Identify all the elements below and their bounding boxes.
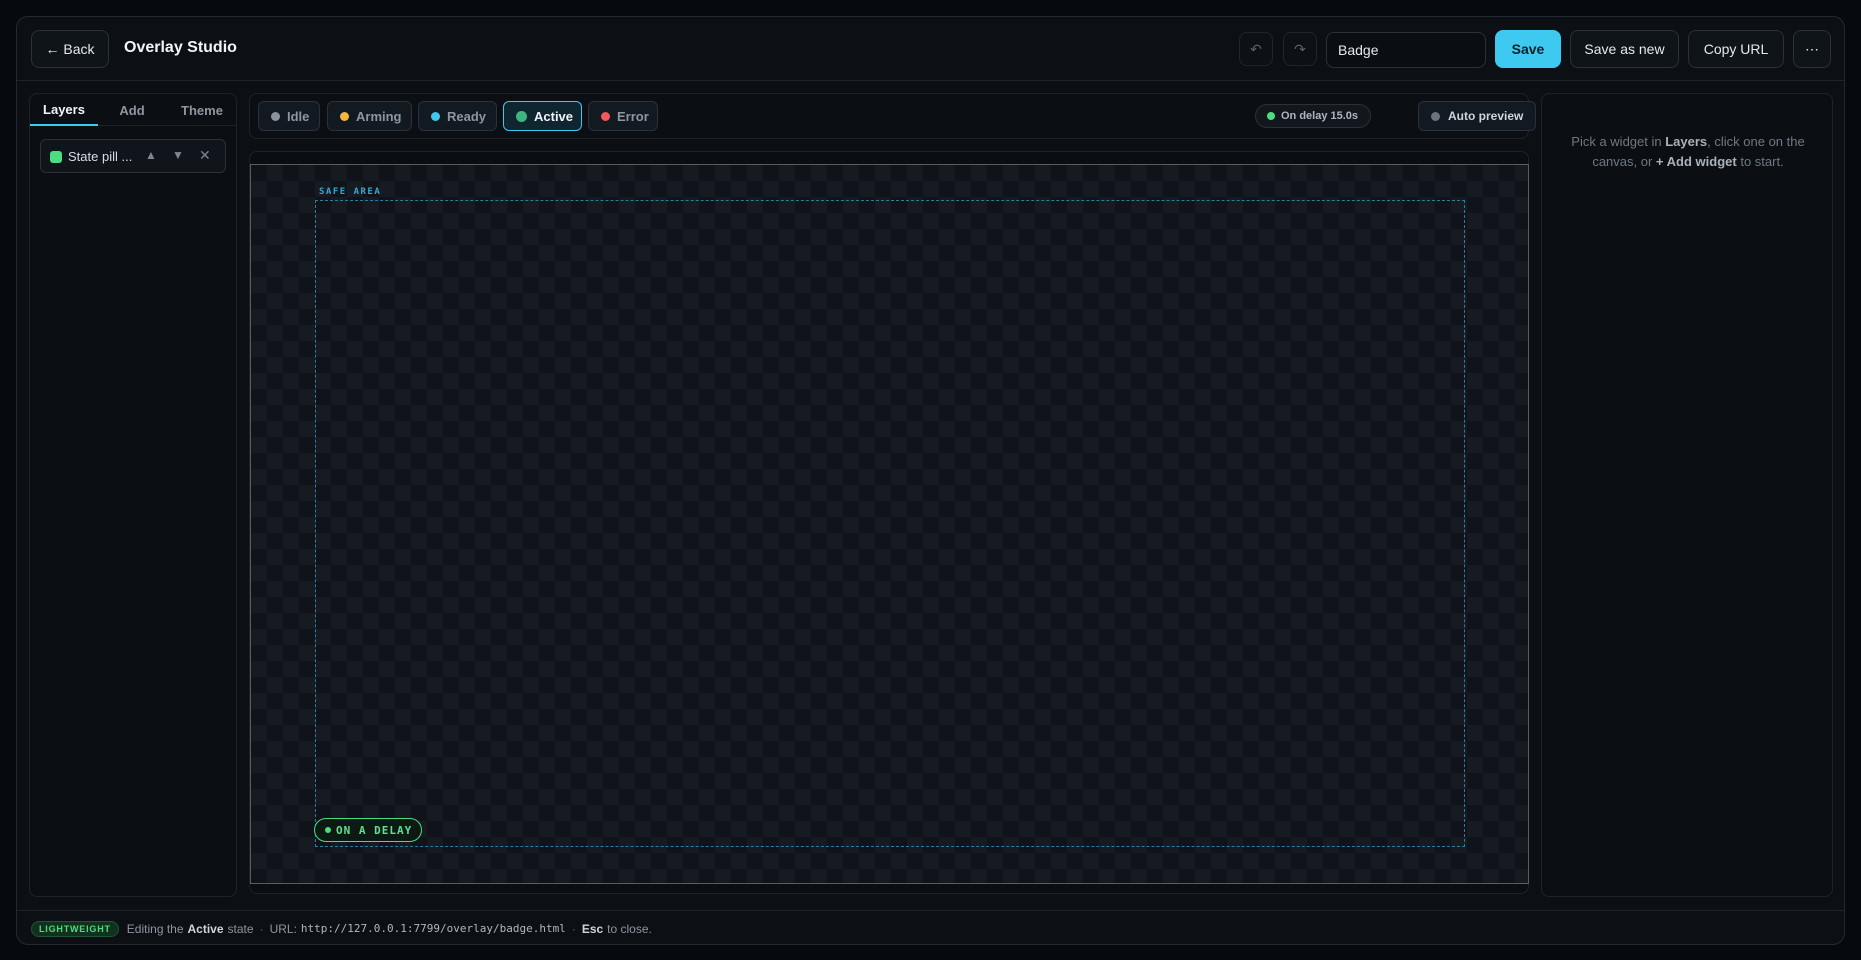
layer-item[interactable]: State pill ... ▲ ▼ ✕ [40,139,226,173]
status-dot-icon [1267,112,1275,120]
auto-preview-label: Auto preview [1448,109,1524,123]
state-label: Idle [287,108,310,124]
inspector-hint: Pick a widget in Layers, click one on th… [1562,132,1814,172]
delay-label: On delay 15.0s [1281,110,1359,122]
separator: · [259,921,264,936]
status-dot-icon [431,111,440,121]
overlay-canvas[interactable]: SAFE AREA ON A DELAY [250,164,1529,884]
state-chip-arming[interactable]: Arming [327,101,412,131]
state-pill-label: ON A DELAY [336,823,413,837]
remove-layer-icon[interactable]: ✕ [199,147,211,164]
footer-state: Active [187,921,224,936]
auto-preview-toggle[interactable]: Auto preview [1418,101,1536,131]
inspector-panel: Pick a widget in Layers, click one on th… [1541,93,1833,897]
more-icon: ⋯ [1805,40,1819,57]
tab-add[interactable]: Add [98,94,166,126]
save-as-new-button[interactable]: Save as new [1570,30,1679,68]
state-chip-error[interactable]: Error [588,101,658,131]
copy-url-button[interactable]: Copy URL [1688,30,1784,68]
status-bar: LIGHTWEIGHT Editing the Active state · U… [17,910,1844,944]
state-chip-idle[interactable]: Idle [258,101,320,131]
separator: · [571,921,576,936]
left-panel: Layers Add Theme State pill ... ▲ ▼ ✕ [29,93,237,897]
move-down-icon[interactable]: ▼ [172,148,184,162]
state-label: Ready [447,108,487,124]
status-dot-icon [516,110,527,122]
top-bar: ← Back Overlay Studio ↶ ↷ Badge Save Sav… [17,17,1844,81]
redo-icon: ↷ [1294,40,1306,57]
layer-color-swatch [50,151,62,163]
safe-area-guide [315,200,1465,847]
state-label: Active [534,108,574,124]
overlay-studio-window: ← Back Overlay Studio ↶ ↷ Badge Save Sav… [16,16,1845,945]
tab-theme[interactable]: Theme [166,94,238,126]
footer-text: Editing the [126,921,184,936]
hint-text: to start. [1740,154,1784,169]
footer-text: state [227,921,254,936]
layer-label: State pill ... [68,149,133,164]
undo-button[interactable]: ↶ [1239,32,1273,66]
page-title: Overlay Studio [124,39,237,56]
toggle-dot-icon [1431,111,1440,121]
state-label: Arming [356,108,402,124]
redo-button[interactable]: ↷ [1283,32,1317,66]
tab-layers[interactable]: Layers [30,94,98,126]
state-chip-active[interactable]: Active [503,101,582,131]
status-dot-icon [601,111,610,121]
mode-badge: LIGHTWEIGHT [31,920,119,937]
left-tabs: Layers Add Theme [30,94,236,126]
hint-add-widget-link: + Add widget [1655,154,1737,169]
undo-icon: ↶ [1250,40,1262,57]
state-label: Error [617,108,649,124]
delay-status-badge: On delay 15.0s [1255,104,1371,128]
status-dot-icon [325,827,331,833]
footer-esc-key: Esc [581,921,604,936]
safe-area-label: SAFE AREA [319,187,382,197]
footer-text: to close. [607,921,652,936]
footer-url: http://127.0.0.1:7799/overlay/badge.html [300,922,566,935]
status-dot-icon [271,111,280,121]
hint-layers-link: Layers [1665,134,1708,149]
more-menu-button[interactable]: ⋯ [1793,30,1831,68]
footer-url-label: URL: [269,921,297,936]
hint-text: Pick a widget in [1571,134,1662,149]
status-dot-icon [340,111,349,121]
state-pill-widget[interactable]: ON A DELAY [314,818,422,842]
move-up-icon[interactable]: ▲ [145,148,157,162]
overlay-name-input[interactable]: Badge [1326,32,1486,68]
state-chip-ready[interactable]: Ready [418,101,497,131]
save-button[interactable]: Save [1495,30,1561,68]
canvas-frame: SAFE AREA ON A DELAY [249,151,1529,894]
state-bar: Idle Arming Ready Active Error On delay … [249,93,1536,139]
back-button[interactable]: ← Back [31,30,109,68]
